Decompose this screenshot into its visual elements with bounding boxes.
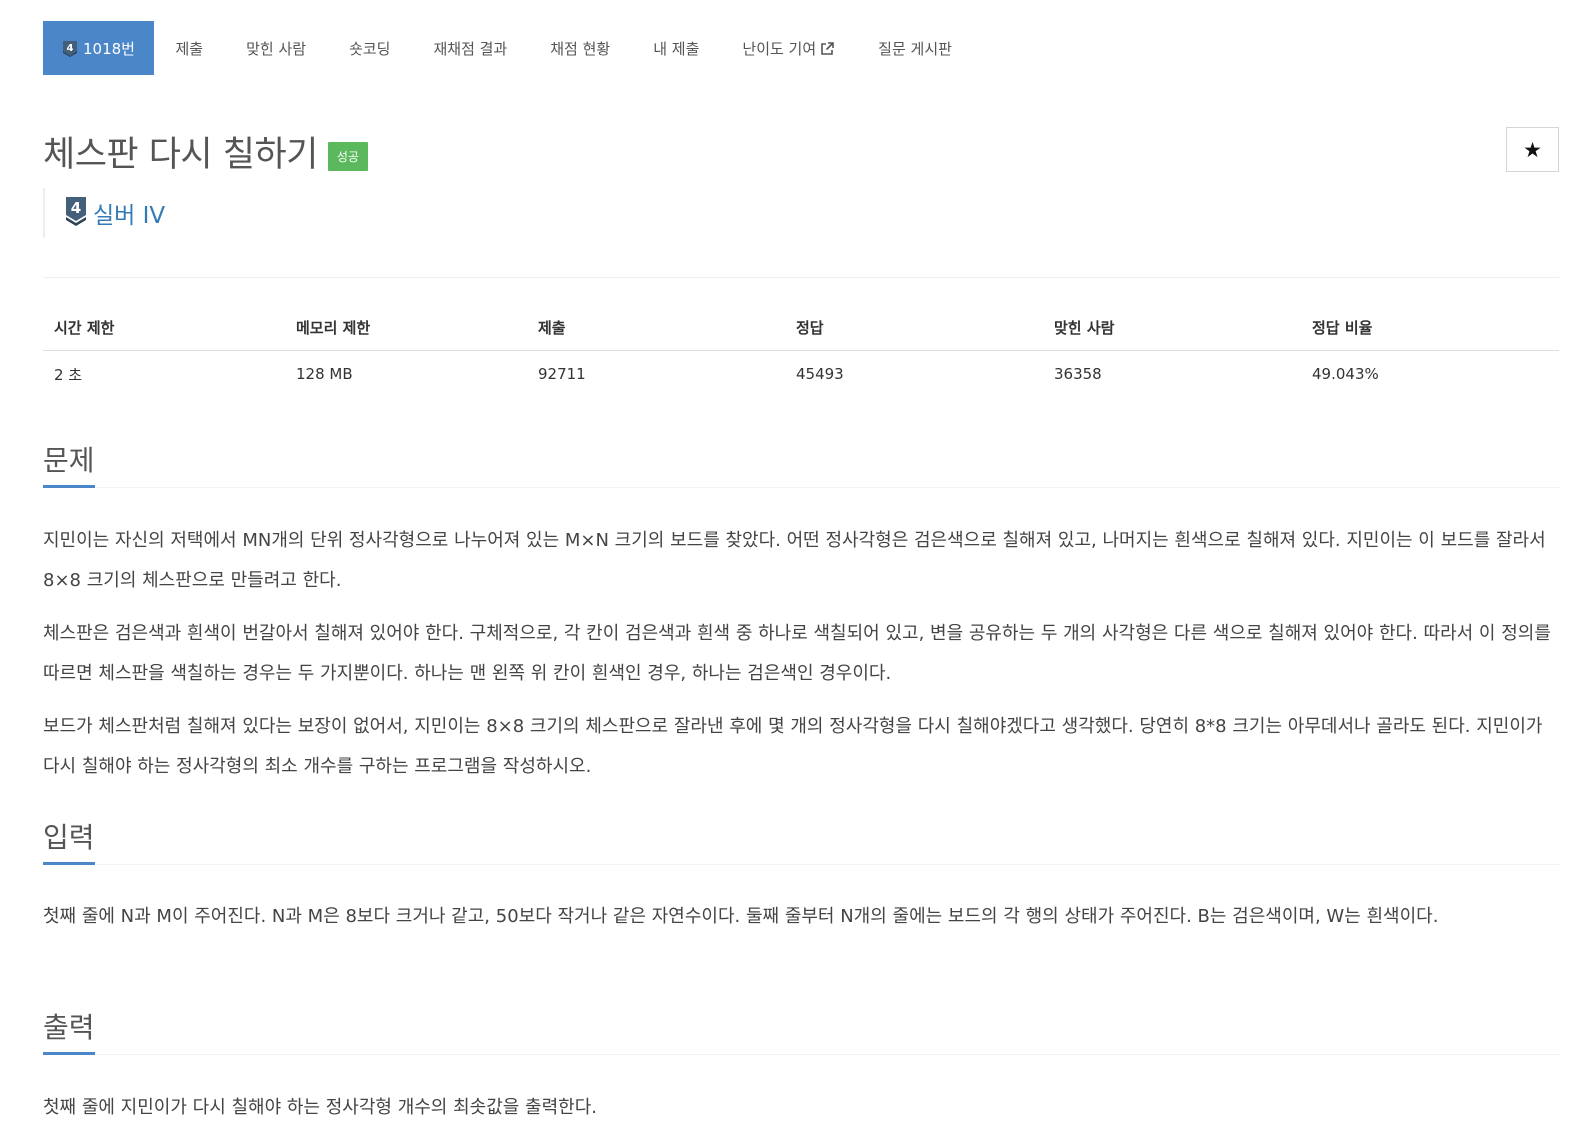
tab-my-submissions[interactable]: 내 제출 <box>632 21 721 75</box>
status-badge: 성공 <box>327 142 368 171</box>
external-link-icon <box>820 41 835 56</box>
header-accepted: 정답 <box>785 305 1043 351</box>
solved-users-value: 36358 <box>1054 365 1102 384</box>
silver-tier-shield-icon: 4 <box>62 40 78 57</box>
divider <box>43 277 1559 278</box>
memory-limit-value: 128 MB <box>296 365 353 384</box>
bookmark-star-button[interactable]: ★ <box>1506 127 1559 172</box>
tab-solved-users[interactable]: 맞힌 사람 <box>225 21 328 75</box>
output-paragraph: 첫째 줄에 지민이가 다시 칠해야 하는 정사각형 개수의 최솟값을 출력한다. <box>43 1097 598 1118</box>
input-paragraph: 첫째 줄에 N과 M이 주어진다. N과 M은 8보다 크거나 같고, 50보다… <box>43 906 1439 927</box>
description-section-header: 문제 <box>43 440 1559 488</box>
tab-label: 질문 게시판 <box>878 39 952 58</box>
table-row: 2 초 128 MB 92711 45493 36358 49.043% <box>43 350 1559 398</box>
tab-label: 숏코딩 <box>349 39 391 58</box>
silver-tier-shield-icon: 4 <box>65 196 87 230</box>
problem-menu-tabs: 4 1018번 제출 맞힌 사람 숏코딩 재채점 결과 채점 현황 내 제출 난… <box>43 21 973 75</box>
tab-judge-status[interactable]: 채점 현황 <box>529 21 632 75</box>
tab-problem-number[interactable]: 4 1018번 <box>43 21 154 75</box>
tab-difficulty-contribution[interactable]: 난이도 기여 <box>721 21 857 75</box>
tab-label: 맞힌 사람 <box>246 39 307 58</box>
tab-label: 재채점 결과 <box>433 39 508 58</box>
submissions-value: 92711 <box>538 365 586 384</box>
header-solved-users: 맞힌 사람 <box>1043 305 1301 351</box>
tab-tier-number: 4 <box>67 43 74 54</box>
accepted-value: 45493 <box>796 365 844 384</box>
problem-tier: 4 실버 IV <box>43 188 165 238</box>
accept-ratio-value: 49.043% <box>1312 365 1379 384</box>
input-section-header: 입력 <box>43 817 1559 865</box>
tab-question-board[interactable]: 질문 게시판 <box>857 21 974 75</box>
output-heading: 출력 <box>43 1007 95 1055</box>
tab-rejudge-results[interactable]: 재채점 결과 <box>412 21 529 75</box>
table-header-row: 시간 제한 메모리 제한 제출 정답 맞힌 사람 정답 비율 <box>43 305 1559 351</box>
header-memory-limit: 메모리 제한 <box>285 305 527 351</box>
tab-label: 내 제출 <box>653 39 700 58</box>
tab-short-coding[interactable]: 숏코딩 <box>328 21 412 75</box>
description-paragraph-3: 보드가 체스판처럼 칠해져 있다는 보장이 없어서, 지민이는 8×8 크기의 … <box>43 716 1543 777</box>
tab-label: 채점 현황 <box>550 39 611 58</box>
problem-info-table: 시간 제한 메모리 제한 제출 정답 맞힌 사람 정답 비율 2 초 128 M… <box>43 305 1559 398</box>
time-limit-value: 2 초 <box>54 365 83 384</box>
description-paragraph-2: 체스판은 검은색과 흰색이 번갈아서 칠해져 있어야 한다. 구체적으로, 각 … <box>43 623 1551 684</box>
problem-title: 체스판 다시 칠하기 <box>43 135 318 175</box>
tier-number: 4 <box>71 199 81 217</box>
description-heading: 문제 <box>43 440 95 488</box>
tab-label: 난이도 기여 <box>742 39 817 58</box>
tab-label: 제출 <box>175 39 204 58</box>
output-section-header: 출력 <box>43 1007 1559 1055</box>
tab-submit[interactable]: 제출 <box>154 21 225 75</box>
input-heading: 입력 <box>43 817 95 865</box>
problem-title-row: 체스판 다시 칠하기 성공 <box>43 126 368 177</box>
header-accept-ratio: 정답 비율 <box>1301 305 1559 351</box>
header-time-limit: 시간 제한 <box>43 305 285 351</box>
tab-label: 1018번 <box>83 39 135 58</box>
star-icon: ★ <box>1523 137 1542 162</box>
header-submissions: 제출 <box>527 305 785 351</box>
tier-label: 실버 IV <box>93 203 166 229</box>
description-paragraph-1: 지민이는 자신의 저택에서 MN개의 단위 정사각형으로 나누어져 있는 M×N… <box>43 530 1546 591</box>
